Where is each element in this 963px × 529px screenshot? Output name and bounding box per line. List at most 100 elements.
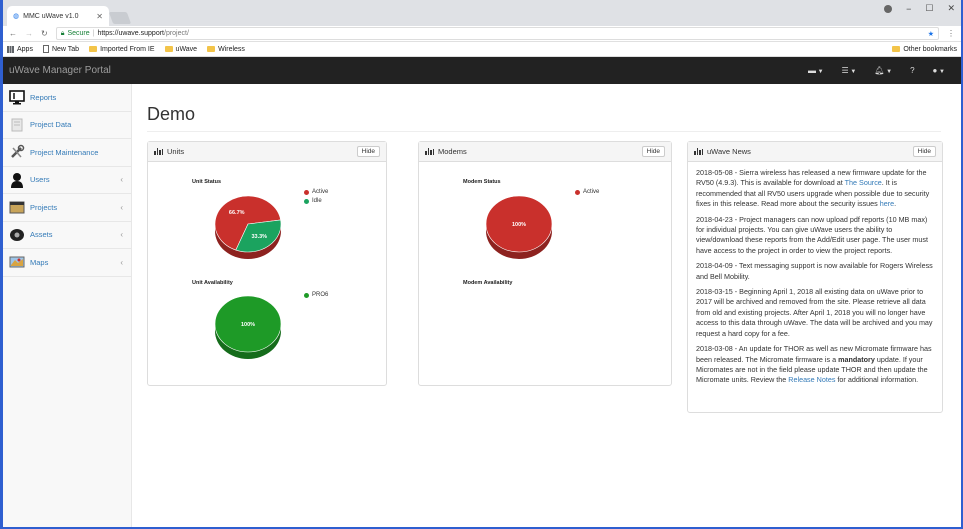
document-icon	[9, 117, 25, 133]
legend-label: Active	[583, 189, 600, 195]
legend-label: Active	[312, 189, 329, 195]
caret-down-icon: ▼	[848, 69, 857, 75]
legend-item-pro6[interactable]: PRO6	[304, 292, 328, 298]
menu-icon[interactable]: ⋮	[947, 29, 955, 38]
lock-icon: 🔒︎	[60, 29, 65, 37]
legend-item-active[interactable]: Active	[575, 189, 599, 195]
page-title: Demo	[147, 104, 196, 124]
app-navbar: uWave Manager Portal ▬ ▼ ☰ ▼ 🔔︎ ▼ ? ● ▼	[3, 57, 961, 84]
window-close-icon[interactable]: ✕	[947, 3, 955, 14]
sidebar-item-maps[interactable]: Maps ‹	[3, 249, 131, 277]
projects-icon	[9, 199, 25, 215]
main-content: Demo Units Hide Unit Status 66.7% 33.3% A…	[132, 84, 961, 527]
panel-title: Modems	[438, 147, 467, 156]
chart-title: Modem Status	[463, 179, 501, 185]
pie-data-label: 33.3%	[251, 234, 267, 240]
legend-item-idle[interactable]: Idle	[304, 198, 328, 204]
new-tab-button[interactable]	[108, 12, 132, 24]
reload-icon[interactable]: ↻	[41, 29, 48, 38]
sidebar-item-project-data[interactable]: Project Data	[3, 112, 131, 139]
sidebar-item-label: Project Data	[30, 120, 72, 130]
devices-menu[interactable]: ▬ ▼	[808, 66, 824, 75]
close-tab-icon[interactable]: ✕	[96, 12, 103, 21]
bookmark-imported[interactable]: Imported From IE	[89, 45, 155, 53]
title-divider	[147, 131, 941, 132]
news-item: 2018-04-09 - Text messaging support is n…	[696, 261, 933, 281]
chart-title: Modem Availability	[463, 280, 513, 286]
apps-grid-icon	[7, 45, 14, 53]
secure-label: Secure	[67, 30, 90, 37]
news-text: .	[894, 199, 897, 209]
panel-title: Units	[167, 147, 185, 156]
bookmark-label: Imported From IE	[100, 45, 155, 53]
panel-heading: Modems Hide	[419, 142, 671, 162]
release-notes-link[interactable]: Release Notes	[788, 375, 835, 384]
bar-chart-icon	[694, 148, 703, 155]
bookmarks-bar: Apps New Tab Imported From IE uWave Wire…	[3, 42, 961, 57]
bookmark-uwave[interactable]: uWave	[164, 46, 197, 53]
url-field[interactable]: 🔒︎ Secure | https://uwave.support/projec…	[55, 27, 939, 40]
forward-icon[interactable]: →	[25, 29, 33, 38]
alerts-menu[interactable]: 🔔︎ ▼	[874, 66, 892, 75]
news-item: 2018-05-08 - Sierra wireless has release…	[696, 168, 934, 210]
bell-icon: 🔔︎	[874, 66, 885, 75]
sidebar-item-label: Maps	[30, 257, 49, 267]
sidebar-item-project-maintenance[interactable]: Project Maintenance	[3, 139, 131, 167]
sidebar-item-projects[interactable]: Projects ‹	[3, 194, 131, 222]
panel-title: uWave News	[707, 147, 751, 156]
pie-data-label: 66.7%	[229, 210, 245, 216]
list-icon: ☰	[841, 66, 849, 75]
bookmark-star-icon[interactable]: ★	[928, 30, 934, 38]
legend-dot	[304, 292, 309, 298]
sidebar-item-label: Projects	[30, 202, 58, 212]
security-issues-link[interactable]: here	[880, 199, 894, 208]
sidebar-item-reports[interactable]: Reports	[3, 84, 131, 112]
legend-item-active[interactable]: Active	[304, 189, 328, 195]
sidebar-item-users[interactable]: Users ‹	[3, 167, 131, 194]
panel-heading: Units Hide	[148, 142, 386, 162]
minimize-icon[interactable]: −	[906, 4, 911, 14]
sidebar-item-assets[interactable]: Assets ‹	[3, 222, 131, 249]
legend-label: PRO6	[312, 292, 329, 298]
hide-button[interactable]: Hide	[641, 146, 665, 157]
profile-icon[interactable]	[884, 4, 893, 13]
chart-title: Unit Status	[192, 179, 222, 185]
bookmark-apps[interactable]: Apps	[7, 45, 33, 53]
url-divider: |	[92, 30, 95, 37]
brand-title[interactable]: uWave Manager Portal	[9, 65, 111, 76]
chevron-left-icon: ‹	[120, 257, 123, 267]
page-icon	[42, 45, 49, 53]
other-bookmarks[interactable]: Other bookmarks	[892, 46, 957, 53]
url-host: https://uwave.support	[97, 30, 164, 37]
chevron-left-icon: ‹	[120, 202, 123, 212]
maximize-icon[interactable]: ☐	[925, 3, 933, 14]
truck-icon: ▬	[807, 66, 816, 75]
bookmark-new-tab[interactable]: New Tab	[42, 45, 80, 53]
folder-icon	[89, 46, 98, 52]
tab-title: MMC uWave v1.0	[23, 12, 79, 20]
chevron-left-icon: ‹	[120, 175, 123, 185]
the-source-link[interactable]: The Source	[845, 178, 882, 187]
news-text: for additional information.	[835, 375, 919, 385]
bookmark-label: New Tab	[51, 45, 80, 53]
hide-button[interactable]: Hide	[356, 146, 380, 157]
sidebar-item-label: Project Maintenance	[30, 147, 99, 157]
sidebar-item-label: Reports	[30, 92, 57, 102]
list-menu[interactable]: ☰ ▼	[842, 66, 857, 75]
bookmark-wireless[interactable]: Wireless	[207, 46, 245, 53]
address-bar: ← → ↻ 🔒︎ Secure | https://uwave.support /…	[3, 26, 961, 42]
user-icon	[9, 172, 25, 188]
modem-status-pie: 100%	[485, 195, 553, 259]
news-emphasis: mandatory	[838, 354, 875, 364]
help-button[interactable]: ?	[910, 66, 914, 75]
browser-tab[interactable]: ◍ MMC uWave v1.0 ✕	[7, 6, 109, 26]
bar-chart-icon	[425, 148, 434, 155]
folder-icon	[164, 46, 173, 52]
user-menu[interactable]: ● ▼	[933, 66, 945, 75]
hide-button[interactable]: Hide	[912, 146, 936, 157]
chart-title: Unit Availability	[192, 280, 233, 286]
news-panel: uWave News Hide 2018-05-08 - Sierra wire…	[687, 141, 943, 413]
back-icon[interactable]: ←	[9, 29, 17, 38]
caret-down-icon: ▼	[937, 69, 945, 75]
bar-chart-icon	[154, 148, 163, 155]
